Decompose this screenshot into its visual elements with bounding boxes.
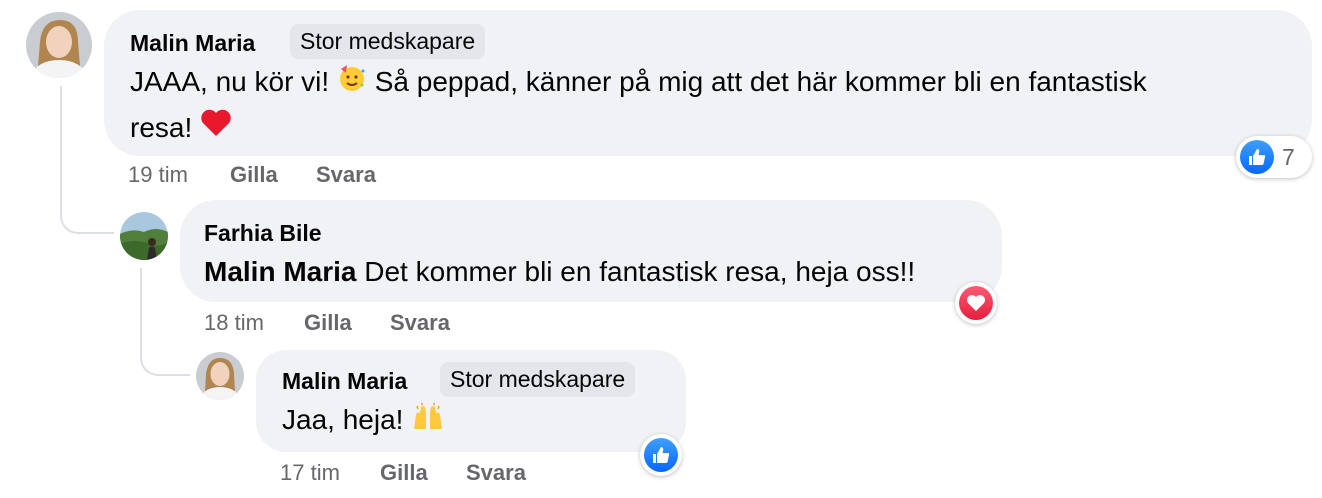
partying-face-emoji-icon [337, 62, 367, 106]
author-badge[interactable]: Stor medskapare [440, 362, 636, 397]
raising-hands-emoji-icon [411, 400, 445, 444]
like-icon [644, 438, 678, 472]
thread-line-2 [140, 268, 190, 376]
avatar[interactable] [26, 12, 92, 78]
like-button[interactable]: Gilla [304, 310, 390, 336]
reaction-summary[interactable] [955, 282, 997, 324]
author-badge[interactable]: Stor medskapare [290, 24, 486, 59]
reply-button[interactable]: Svara [390, 310, 450, 336]
reply-button[interactable]: Svara [466, 460, 526, 486]
comment-actions: 19 tim Gilla Svara [128, 162, 376, 188]
comment-actions: 18 tim Gilla Svara [204, 310, 450, 336]
reaction-count: 7 [1282, 143, 1295, 170]
comment-text: JAAA, nu kör vi! Så peppad, känner på mi… [130, 60, 1290, 151]
comment-bubble: Farhia Bile Malin Maria Det kommer bli e… [180, 200, 1002, 302]
like-button[interactable]: Gilla [230, 162, 316, 188]
avatar-photo-icon [26, 12, 92, 78]
mention-link[interactable]: Malin Maria [204, 256, 356, 287]
timestamp[interactable]: 18 tim [204, 310, 304, 336]
comment-bubble: Malin Maria Stor medskapare JAAA, nu kör… [104, 10, 1312, 156]
reply-button[interactable]: Svara [316, 162, 376, 188]
timestamp[interactable]: 17 tim [280, 460, 380, 486]
heart-icon [959, 286, 993, 320]
comment-author[interactable]: Malin Maria [282, 368, 407, 395]
comment-text-part: JAAA, nu kör vi! [130, 66, 330, 97]
comment-text-part: Jaa, heja! [282, 404, 404, 435]
avatar[interactable] [196, 352, 244, 400]
comment-text: Malin Maria Det kommer bli en fantastisk… [204, 250, 915, 294]
timestamp[interactable]: 19 tim [128, 162, 230, 188]
avatar[interactable] [120, 212, 168, 260]
comment-text: Jaa, heja! [282, 398, 445, 444]
comment-text-part: Så peppad, känner på mig att det här kom… [374, 66, 1147, 97]
comment-bubble: Malin Maria Stor medskapare Jaa, heja! [256, 350, 686, 452]
avatar-photo-icon [120, 212, 168, 260]
comment-actions: 17 tim Gilla Svara [280, 460, 526, 486]
like-icon [1240, 140, 1274, 174]
comment-author[interactable]: Malin Maria [130, 30, 255, 57]
comment-text-part: Det kommer bli en fantastisk resa, heja … [364, 256, 916, 287]
reaction-summary[interactable] [640, 434, 682, 476]
reaction-summary[interactable]: 7 [1236, 136, 1312, 178]
comment-author[interactable]: Farhia Bile [204, 220, 322, 247]
red-heart-emoji-icon [200, 107, 232, 151]
like-button[interactable]: Gilla [380, 460, 466, 486]
avatar-photo-icon [196, 352, 244, 400]
comment-text-part: resa! [130, 111, 193, 143]
